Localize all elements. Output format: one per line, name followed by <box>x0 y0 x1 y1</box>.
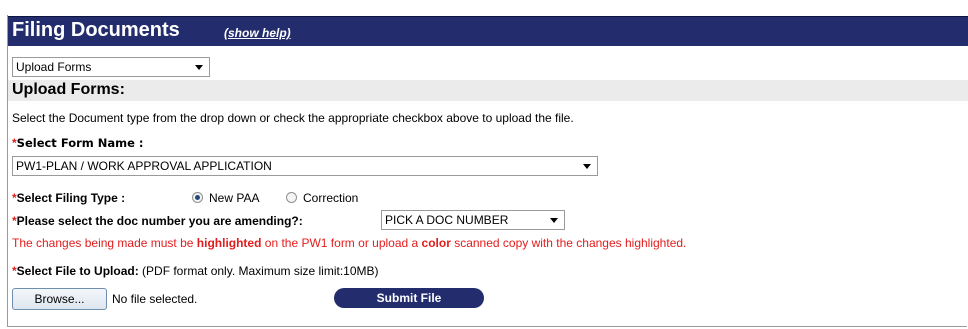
page-title: Filing Documents <box>12 19 180 41</box>
form-name-value: PW1-PLAN / WORK APPROVAL APPLICATION <box>16 159 272 173</box>
new-paa-radio[interactable] <box>192 192 203 203</box>
doc-number-value: PICK A DOC NUMBER <box>385 213 509 227</box>
correction-label: Correction <box>303 191 359 205</box>
file-upload-note: (PDF format only. Maximum size limit:10M… <box>138 264 379 278</box>
section-header: Upload Forms: <box>8 80 968 101</box>
doc-number-select[interactable]: PICK A DOC NUMBER <box>381 210 565 230</box>
chevron-down-icon <box>550 218 558 223</box>
upload-type-select[interactable]: Upload Forms <box>12 57 210 77</box>
chevron-down-icon <box>195 65 203 70</box>
form-name-label: *Select Form Name : <box>12 136 144 150</box>
form-name-select[interactable]: PW1-PLAN / WORK APPROVAL APPLICATION <box>12 156 598 176</box>
warning-text-2: on the PW1 form or upload a <box>261 236 422 250</box>
doc-number-label: *Please select the doc number you are am… <box>12 214 303 228</box>
chevron-down-icon <box>583 164 591 169</box>
form-name-label-text: Select Form Name : <box>16 136 144 150</box>
doc-number-label-text: Please select the doc number you are ame… <box>16 214 303 228</box>
filing-type-label-text: Select Filing Type : <box>16 191 126 205</box>
file-upload-label-text: Select File to Upload: <box>16 264 139 278</box>
panel-header: Filing Documents (show help) <box>8 16 968 46</box>
browse-button[interactable]: Browse... <box>12 288 107 310</box>
filing-type-label: *Select Filing Type : <box>12 191 125 205</box>
section-title: Upload Forms: <box>12 81 125 98</box>
highlight-warning: The changes being made must be highlight… <box>12 236 686 250</box>
correction-radio[interactable] <box>286 192 297 203</box>
submit-file-button[interactable]: Submit File <box>334 288 484 308</box>
warning-text-3: scanned copy with the changes highlighte… <box>450 236 687 250</box>
file-upload-label: *Select File to Upload: (PDF format only… <box>12 264 379 278</box>
instructions-text: Select the Document type from the drop d… <box>12 111 574 125</box>
new-paa-label: New PAA <box>209 191 260 205</box>
upload-type-value: Upload Forms <box>16 60 92 74</box>
show-help-link[interactable]: (show help) <box>224 26 291 40</box>
warning-text-1: The changes being made must be <box>12 236 197 250</box>
file-status: No file selected. <box>112 292 198 306</box>
warning-bold-color: color <box>421 236 451 250</box>
warning-bold-highlighted: highlighted <box>196 236 262 250</box>
